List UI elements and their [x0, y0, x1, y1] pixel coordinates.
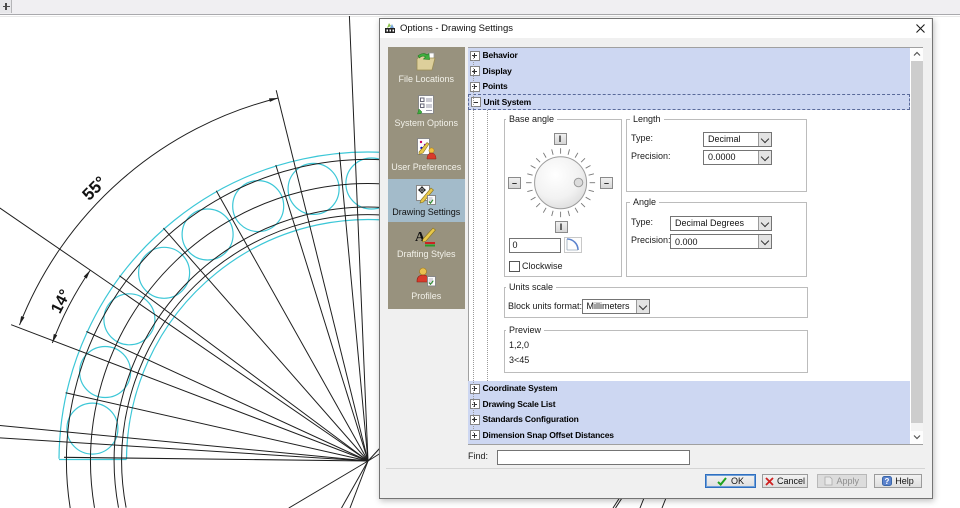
- svg-text:?: ?: [885, 477, 890, 486]
- svg-text:55°: 55°: [79, 172, 111, 204]
- svg-text:14°: 14°: [48, 287, 74, 316]
